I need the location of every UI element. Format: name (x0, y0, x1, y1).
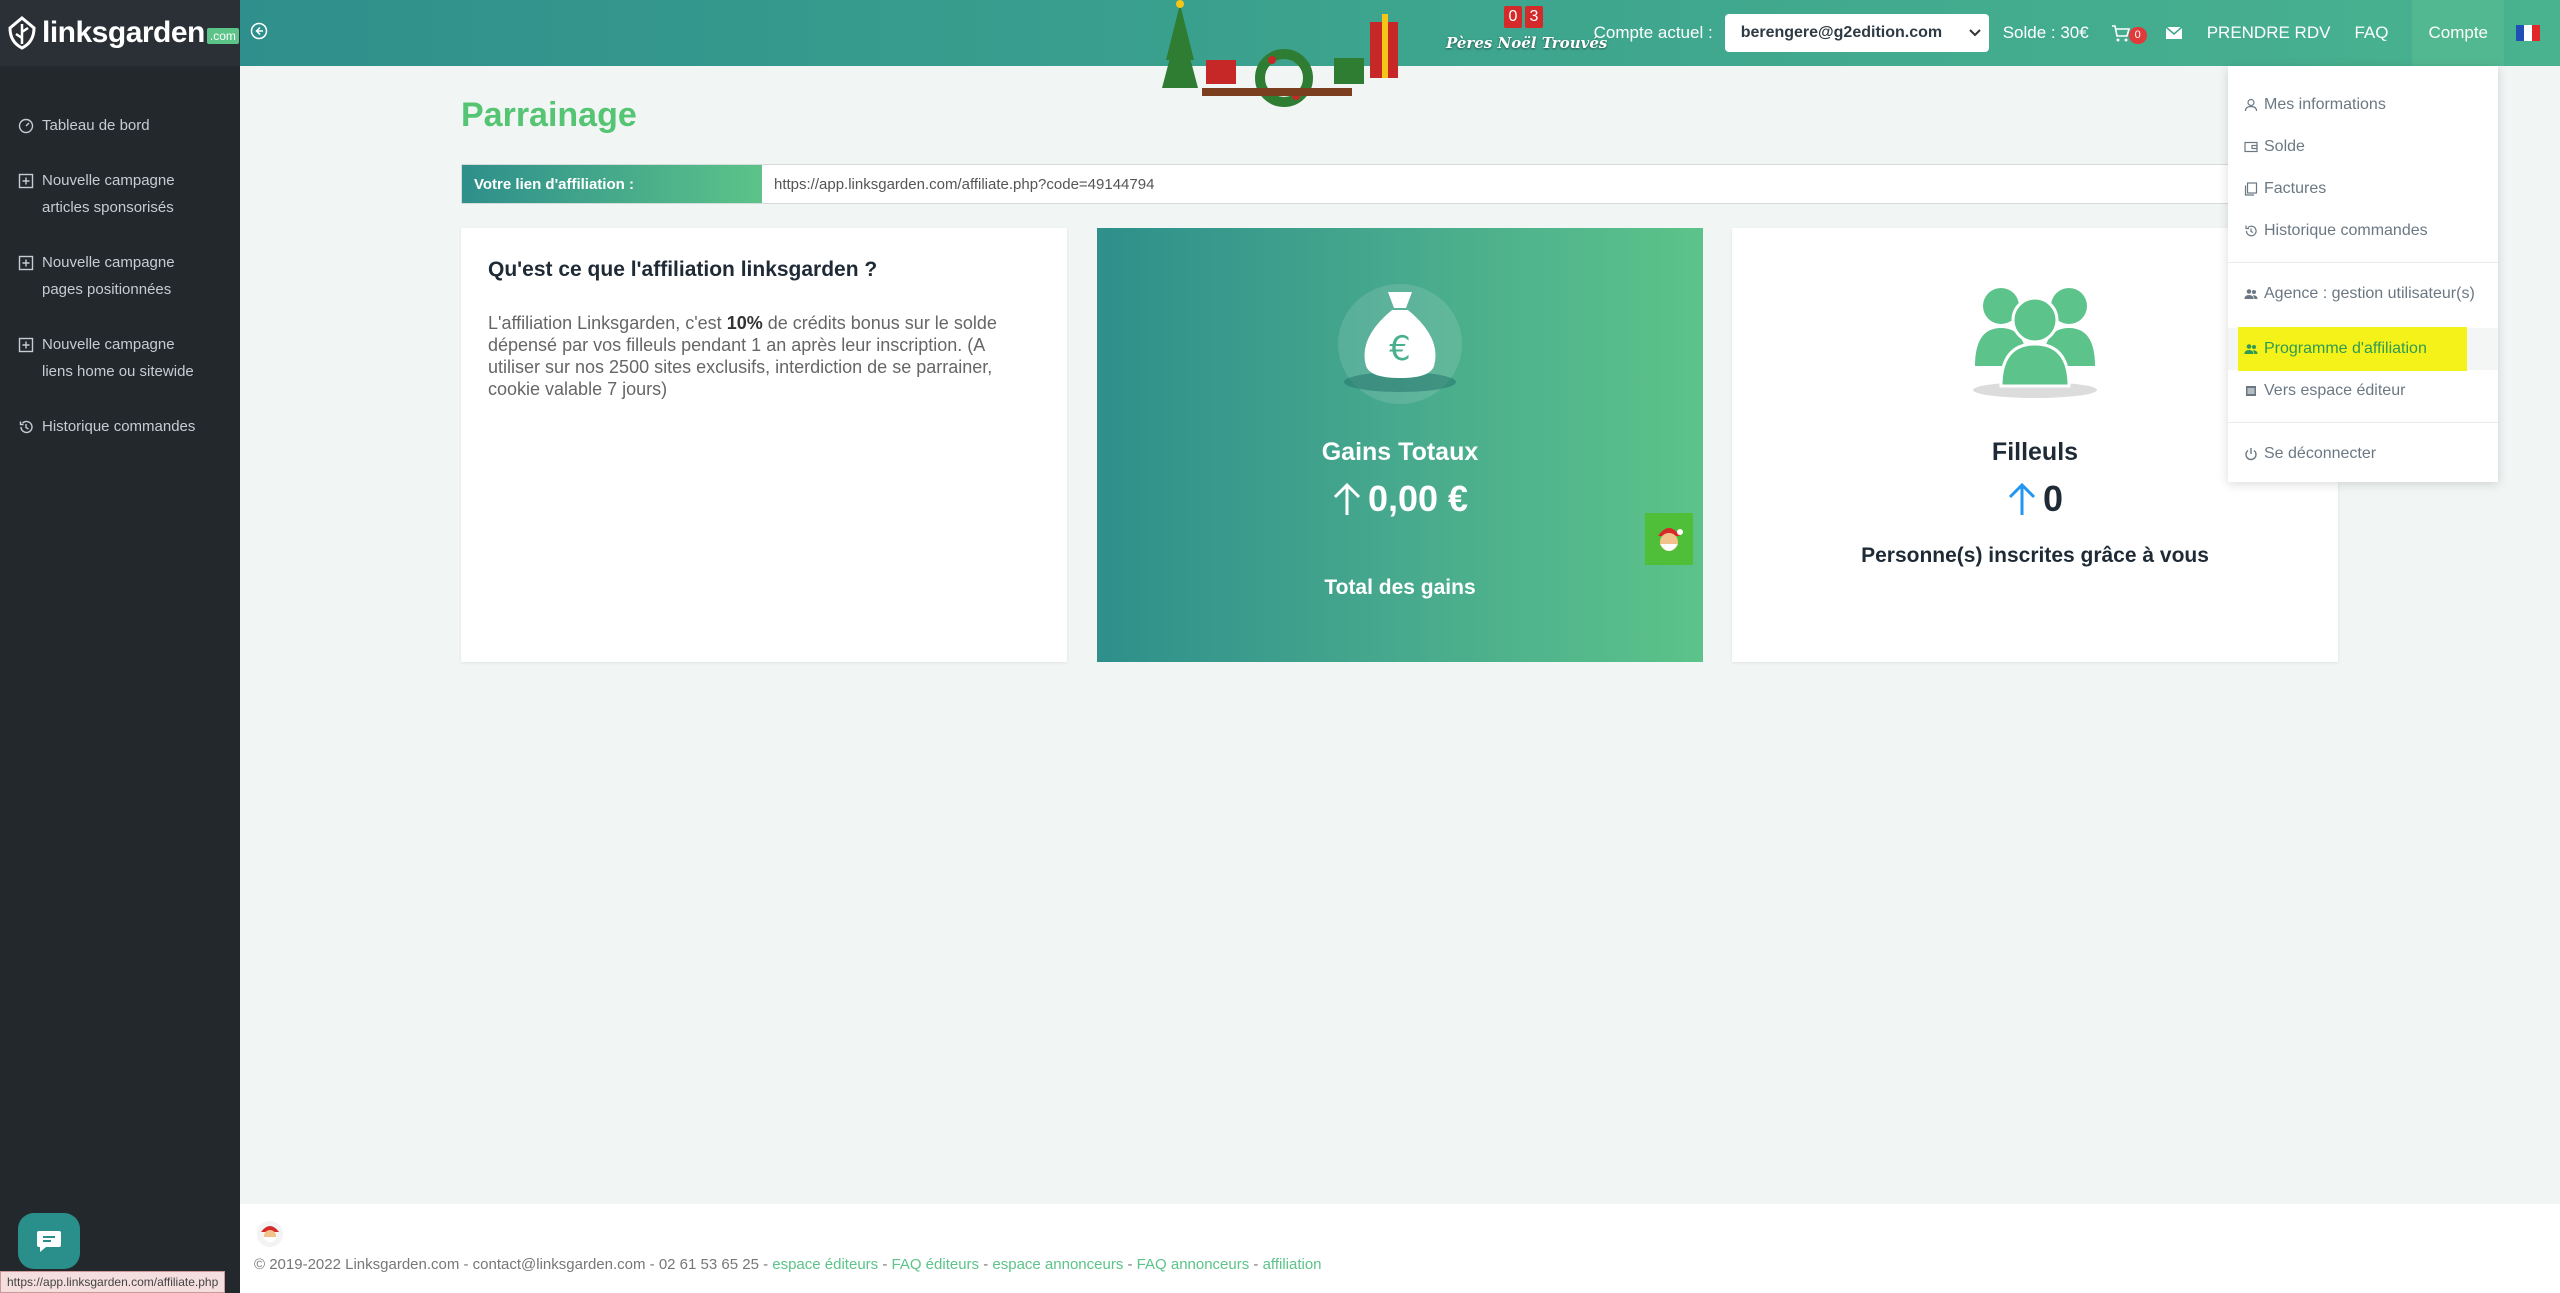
menu-divider (2228, 321, 2498, 322)
sidebar-item-label: Nouvelle campagne pages positionnées (42, 254, 175, 298)
santa-icon (1658, 528, 1683, 551)
logo-text: linksgarden (42, 16, 205, 49)
arrow-up-icon (2008, 482, 2036, 515)
gains-card-title: Gains Totaux (1321, 438, 1479, 466)
referrals-card-subtitle: Personne(s) inscrites grâce à vous (1861, 544, 2209, 567)
gains-card-subtitle: Total des gains (1324, 576, 1476, 599)
user-icon (2244, 98, 2258, 112)
gains-card-value: 0,00 € (1097, 478, 1703, 520)
chat-button[interactable] (18, 1213, 80, 1269)
users-group-icon (1973, 288, 2097, 398)
arrow-up-icon (1333, 482, 1361, 515)
cart-icon (2111, 25, 2130, 42)
chat-bubble-icon (37, 1231, 61, 1252)
menu-item-logout[interactable]: Se déconnecter (2228, 433, 2498, 475)
logo[interactable]: linksgarden .com (0, 0, 240, 66)
account-dropdown-menu: Mes informations Solde Factures Historiq… (2228, 66, 2498, 482)
list-icon (2246, 386, 2256, 396)
sidebar-item-label: Nouvelle campagne articles sponsorisés (42, 172, 175, 216)
footer-link-affiliation[interactable]: affiliation (1263, 1256, 1322, 1273)
history-icon (2245, 225, 2257, 237)
menu-item-invoices[interactable]: Factures (2228, 168, 2498, 210)
sidebar-item-label: Tableau de bord (42, 117, 150, 134)
referrals-card-value: 0 (1732, 478, 2338, 520)
christmas-decoration-icon (1162, 0, 1398, 107)
total-gains-card: € Gains Totaux 0,00 € Total des gains (1097, 228, 1703, 662)
footer-link-publishers-faq[interactable]: FAQ éditeurs (892, 1256, 980, 1273)
wallet-icon (2244, 141, 2258, 153)
footer-link-publishers[interactable]: espace éditeurs (772, 1256, 878, 1273)
mail-icon[interactable] (2165, 26, 2183, 40)
balance-text: Solde : 30€ (2002, 23, 2089, 42)
sidebar-item-new-positioned[interactable]: Nouvelle campagne pages positionnées (0, 249, 240, 303)
footer-link-advertisers-faq[interactable]: FAQ annonceurs (1137, 1256, 1250, 1273)
account-select[interactable]: berengere@g2edition.com (1724, 14, 1989, 52)
menu-item-affiliate-program[interactable]: Programme d'affiliation (2228, 327, 2498, 371)
sidebar-item-dashboard[interactable]: Tableau de bord (0, 112, 240, 139)
footer-text: © 2019-2022 Linksgarden.com - contact@li… (254, 1256, 1322, 1273)
hidden-santa-button[interactable] (1645, 513, 1693, 565)
invoice-icon (2244, 182, 2258, 196)
sidebar-item-new-sponsored[interactable]: Nouvelle campagne articles sponsorisés (0, 167, 240, 221)
leaf-logo-icon (8, 16, 36, 50)
logo-tld: .com (206, 28, 239, 44)
status-bar-url: https://app.linksgarden.com/affiliate.ph… (0, 1271, 226, 1293)
info-card-title: Qu'est ce que l'affiliation linksgarden … (488, 258, 878, 281)
menu-item-my-info[interactable]: Mes informations (2228, 84, 2498, 126)
power-icon (2245, 448, 2257, 461)
back-arrow-icon[interactable] (250, 22, 268, 40)
plus-square-icon (18, 337, 34, 353)
sidebar-item-label: Nouvelle campagne liens home ou sitewide (42, 336, 194, 380)
money-bag-icon: € (1338, 284, 1462, 404)
cart-button[interactable]: 0 (2111, 23, 2147, 44)
account-menu-button[interactable]: Compte (2412, 0, 2504, 66)
info-card-text: L'affiliation Linksgarden, c'est 10% de … (488, 313, 997, 399)
rdv-link[interactable]: PRENDRE RDV (2207, 23, 2331, 43)
menu-item-order-history[interactable]: Historique commandes (2228, 210, 2498, 252)
cart-badge: 0 (2128, 27, 2147, 44)
svg-text:€: € (1389, 329, 1411, 369)
footer: © 2019-2022 Linksgarden.com - contact@li… (240, 1204, 2560, 1293)
affiliation-info-card: Qu'est ce que l'affiliation linksgarden … (461, 228, 1067, 662)
page-title: Parrainage (461, 96, 637, 134)
menu-divider (2228, 262, 2498, 263)
santa-icon[interactable] (256, 1220, 284, 1250)
menu-item-balance[interactable]: Solde (2228, 126, 2498, 168)
account-select-value: berengere@g2edition.com (1740, 24, 1943, 41)
sidebar-item-history[interactable]: Historique commandes (0, 413, 240, 440)
affiliate-link-label: Votre lien d'affiliation : (462, 165, 762, 203)
menu-item-highlight: Programme d'affiliation (2238, 327, 2467, 371)
santa-counter-digit: 3 (1525, 6, 1543, 28)
faq-link[interactable]: FAQ (2354, 23, 2388, 43)
santa-counter-label: Pères Noël Trouvés (1446, 34, 1608, 52)
menu-item-agency-users[interactable]: Agence : gestion utilisateur(s) (2228, 273, 2498, 315)
topbar: 0 3 Pères Noël Trouvés Compte actuel : b… (240, 0, 2560, 107)
santa-counter-digit: 0 (1504, 6, 1522, 28)
santa-counter: 0 3 (1504, 6, 1543, 28)
plus-square-icon (18, 255, 34, 271)
french-flag-icon[interactable] (2516, 25, 2540, 41)
menu-divider (2228, 422, 2498, 423)
footer-link-advertisers[interactable]: espace annonceurs (992, 1256, 1123, 1273)
affiliate-link-input[interactable]: https://app.linksgarden.com/affiliate.ph… (762, 165, 2338, 203)
sidebar-nav: Tableau de bord Nouvelle campagne articl… (0, 66, 240, 440)
account-menu-label: Compte (2428, 23, 2488, 42)
sidebar-item-label: Historique commandes (42, 418, 196, 435)
menu-item-publisher-space[interactable]: Vers espace éditeur (2228, 370, 2498, 412)
sidebar: linksgarden .com Tableau de bord Nouvell… (0, 0, 240, 1293)
chevron-down-icon (1968, 29, 1981, 37)
topbar-right: Compte actuel : berengere@g2edition.com … (1594, 0, 2560, 66)
sidebar-item-new-sitewide[interactable]: Nouvelle campagne liens home ou sitewide (0, 331, 240, 385)
account-label: Compte actuel : (1593, 23, 1713, 42)
users-icon (2244, 344, 2258, 354)
dashboard-icon (18, 118, 34, 134)
affiliate-link-bar: Votre lien d'affiliation : https://app.l… (461, 164, 2339, 204)
footer-copyright: © 2019-2022 Linksgarden.com - contact@li… (254, 1256, 773, 1273)
history-icon (19, 420, 33, 434)
plus-square-icon (18, 173, 34, 189)
users-icon (2244, 289, 2258, 299)
